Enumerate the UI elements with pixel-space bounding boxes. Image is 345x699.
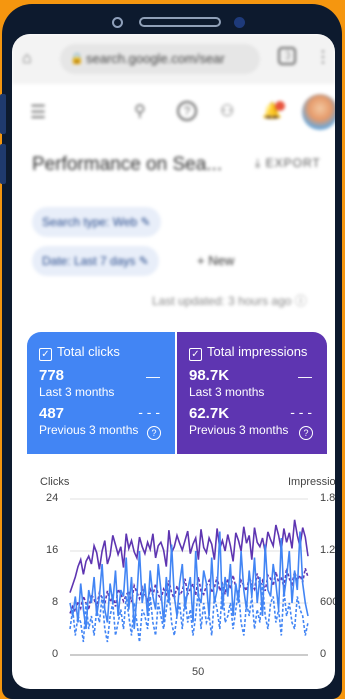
page-title: Performance on Sea... — [32, 154, 223, 175]
avatar[interactable] — [302, 94, 335, 130]
current-period-label: Last 3 months — [189, 385, 265, 399]
previous-period-label: Previous 3 months — [189, 423, 289, 437]
total-impressions-card[interactable]: ✓ Total impressions 98.7K — Last 3 months… — [177, 332, 327, 454]
performance-chart: Clicks Impressio 24 16 8 0 1.8 1.2 600 0… — [12, 472, 335, 689]
last-updated-text: Last updated: 3 hours ago — [152, 294, 292, 308]
checkbox-checked-icon[interactable]: ✓ — [189, 348, 202, 361]
more-vert-icon[interactable]: ⋮ — [315, 48, 331, 68]
total-clicks-value: 778 — [39, 367, 65, 384]
help-icon[interactable]: ? — [147, 426, 161, 440]
edit-icon: ✎ — [138, 254, 149, 268]
export-button[interactable]: ⤓ EXPORT — [255, 156, 321, 171]
search-icon[interactable]: ⚲ — [134, 102, 146, 122]
total-clicks-toggle[interactable]: ✓ Total clicks — [39, 344, 163, 361]
new-filter-label: New — [208, 253, 235, 268]
home-icon[interactable]: ⌂ — [22, 49, 32, 69]
front-camera-icon — [112, 17, 123, 28]
volume-button — [0, 144, 6, 184]
total-clicks-card[interactable]: ✓ Total clicks 778 — Last 3 months 487 - … — [27, 332, 175, 454]
phone-frame: ⌂ 🔒 search.google.com/sear :) ⋮ ☰ ⚲ ? ⚇ … — [0, 4, 342, 699]
address-bar[interactable]: 🔒 search.google.com/sear — [60, 44, 260, 74]
total-impressions-toggle[interactable]: ✓ Total impressions — [189, 344, 315, 361]
people-icon[interactable]: ⚇ — [220, 102, 234, 122]
previous-period-label: Previous 3 months — [39, 423, 139, 437]
menu-icon[interactable]: ☰ — [30, 102, 46, 122]
filter-chip-label: Date: Last 7 days — [42, 254, 136, 268]
url-text: search.google.com/sear — [86, 51, 225, 66]
app-bar: ☰ ⚲ ? ⚇ 🔔 — [12, 84, 335, 140]
trend-dashed-icon: - - - — [290, 404, 312, 420]
total-impressions-label: Total impressions — [207, 344, 308, 359]
tabs-icon[interactable]: :) — [278, 47, 296, 65]
phone-screen: ⌂ 🔒 search.google.com/sear :) ⋮ ☰ ⚲ ? ⚇ … — [12, 34, 335, 689]
add-icon: + — [197, 253, 205, 268]
help-icon[interactable]: ? — [177, 101, 197, 121]
total-impressions-value: 98.7K — [189, 367, 230, 384]
lock-icon: 🔒 — [70, 53, 84, 65]
trend-dashed-icon: - - - — [138, 404, 160, 420]
browser-toolbar: ⌂ 🔒 search.google.com/sear :) ⋮ — [12, 34, 335, 84]
filter-chip-label: Search type: Web — [42, 215, 138, 229]
export-label: EXPORT — [265, 156, 321, 170]
checkbox-checked-icon[interactable]: ✓ — [39, 348, 52, 361]
total-clicks-label: Total clicks — [57, 344, 120, 359]
sensor-icon — [234, 17, 245, 28]
help-icon: ⓘ — [294, 294, 307, 308]
chart-plot-area — [69, 498, 309, 656]
volume-button — [0, 94, 6, 134]
speaker-grille — [139, 17, 221, 27]
current-period-label: Last 3 months — [39, 385, 115, 399]
new-filter-button[interactable]: + New — [197, 253, 234, 268]
last-updated: Last updated: 3 hours ago ⓘ — [152, 292, 307, 309]
help-icon[interactable]: ? — [299, 426, 313, 440]
notification-badge — [275, 101, 285, 111]
trend-line-icon: — — [146, 368, 160, 384]
trend-line-icon: — — [298, 368, 312, 384]
edit-icon: ✎ — [140, 215, 151, 229]
filter-chip-search-type[interactable]: Search type: Web ✎ — [32, 207, 161, 237]
filter-chip-date[interactable]: Date: Last 7 days ✎ — [32, 246, 159, 276]
